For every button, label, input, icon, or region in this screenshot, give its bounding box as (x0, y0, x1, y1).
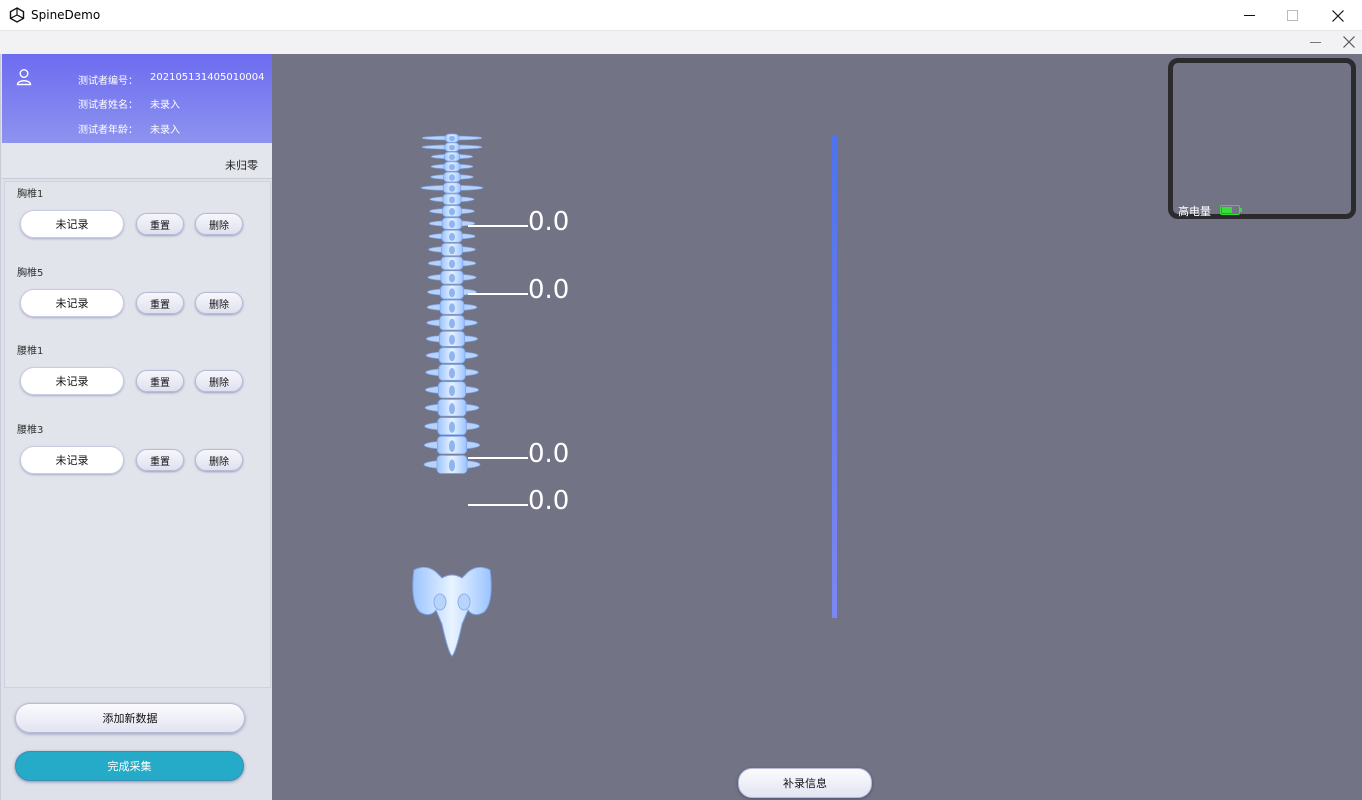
user-age-value: 未录入 (150, 125, 180, 136)
user-info-header: 测试者编号： 202105131405010004 测试者姓名： 未录入 测试者… (2, 54, 272, 143)
group-label: 胸椎5 (17, 268, 44, 279)
delete-button[interactable]: 删除 (195, 370, 243, 392)
close-window-button[interactable] (1315, 0, 1361, 31)
panel-close-button[interactable] (1339, 33, 1359, 51)
add-new-data-button[interactable]: 添加新数据 (15, 703, 245, 733)
user-name-row: 测试者姓名： 未录入 (78, 96, 180, 111)
group-label: 腰椎3 (17, 425, 44, 436)
record-button[interactable]: 未记录 (20, 289, 124, 317)
user-id-value: 202105131405010004 (150, 72, 265, 83)
angle-reading: 0.0 (528, 439, 570, 469)
reset-button[interactable]: 重置 (136, 449, 184, 471)
close-icon (1332, 9, 1344, 22)
angle-reading: 0.0 (528, 486, 570, 516)
user-id-label: 测试者编号： (78, 76, 138, 87)
window-title: SpineDemo (31, 8, 101, 22)
user-age-label: 测试者年龄： (78, 125, 138, 136)
user-icon (16, 69, 32, 86)
secondary-toolbar (0, 31, 1362, 54)
battery-icon (1220, 205, 1240, 215)
battery-label: 高电量 (1178, 205, 1211, 218)
finish-collection-button[interactable]: 完成采集 (15, 751, 244, 781)
unity-app-icon (9, 7, 25, 23)
spine-model-image (412, 133, 492, 657)
user-name-value: 未录入 (150, 100, 180, 111)
maximize-icon (1286, 10, 1298, 21)
zero-status-bar: 未归零 (2, 143, 272, 179)
record-button[interactable]: 未记录 (20, 210, 124, 238)
sidebar: 测试者编号： 202105131405010004 测试者姓名： 未录入 测试者… (0, 54, 272, 800)
reset-button[interactable]: 重置 (136, 292, 184, 314)
reading-leader-line (468, 504, 528, 506)
minimap-panel: 高电量 (1168, 58, 1356, 219)
maximize-window-button[interactable] (1269, 0, 1315, 31)
window-titlebar: SpineDemo (0, 0, 1362, 31)
group-label: 胸椎1 (17, 189, 44, 200)
battery-fill (1222, 207, 1232, 213)
minimize-icon (1243, 15, 1255, 16)
reading-leader-line (468, 293, 528, 295)
record-button[interactable]: 未记录 (20, 367, 124, 395)
battery-tip (1240, 208, 1242, 212)
angle-reading: 0.0 (528, 207, 570, 237)
panel-minimize-button[interactable] (1305, 33, 1325, 51)
reset-button[interactable]: 重置 (136, 213, 184, 235)
reading-leader-line (468, 457, 528, 459)
delete-button[interactable]: 删除 (195, 213, 243, 235)
angle-reading: 0.0 (528, 275, 570, 305)
user-name-label: 测试者姓名： (78, 100, 138, 111)
measurement-list: 胸椎1 未记录 重置 删除 胸椎5 未记录 重置 删除 腰椎1 未记录 重置 删… (4, 181, 271, 688)
spine-3d-viewport[interactable]: 0.0 0.0 0.0 0.0 高电量 补录信息 (272, 54, 1362, 800)
reset-button[interactable]: 重置 (136, 370, 184, 392)
zero-status-text: 未归零 (225, 159, 258, 172)
user-id-row: 测试者编号： 202105131405010004 (78, 72, 265, 87)
group-label: 腰椎1 (17, 346, 44, 357)
user-age-row: 测试者年龄： 未录入 (78, 121, 180, 136)
delete-button[interactable]: 删除 (195, 449, 243, 471)
close-icon (1343, 36, 1355, 48)
record-button[interactable]: 未记录 (20, 446, 124, 474)
delete-button[interactable]: 删除 (195, 292, 243, 314)
minimize-window-button[interactable] (1226, 0, 1272, 31)
supplement-info-button[interactable]: 补录信息 (738, 768, 872, 798)
vertical-level-bar (832, 136, 837, 618)
minimize-icon (1309, 41, 1321, 43)
reading-leader-line (468, 225, 528, 227)
